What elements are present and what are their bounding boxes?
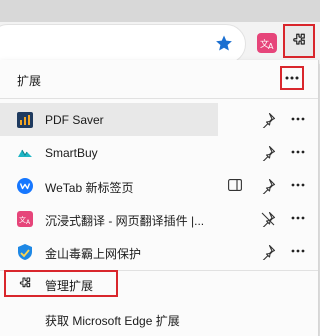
- immersive-translate-icon: 文 A: [17, 211, 33, 227]
- window-top-strip: [0, 0, 320, 22]
- pin-icon[interactable]: [260, 178, 276, 194]
- more-horizontal-icon[interactable]: [290, 243, 306, 259]
- kingsoft-icon: [18, 244, 32, 260]
- pin-icon[interactable]: [260, 145, 276, 161]
- get-edge-extensions-link[interactable]: 获取 Microsoft Edge 扩展: [45, 312, 180, 329]
- divider: [0, 98, 318, 99]
- immersive-translate-toolbar-icon[interactable]: 文 A: [256, 32, 278, 54]
- extension-label: 沉浸式翻译 - 网页翻译插件 |...: [45, 214, 205, 228]
- extension-label: WeTab 新标签页: [45, 181, 134, 195]
- menu-more-button[interactable]: [280, 66, 304, 90]
- manage-extensions-label: 管理扩展: [45, 279, 94, 293]
- extension-row-pdf-saver[interactable]: PDF Saver: [0, 103, 318, 136]
- more-horizontal-icon[interactable]: [290, 111, 306, 127]
- extension-label: PDF Saver: [45, 113, 104, 127]
- wetab-icon: [17, 178, 33, 194]
- pin-icon[interactable]: [260, 244, 276, 260]
- extension-label: 金山毒霸上网保护: [45, 247, 142, 261]
- menu-title: 扩展: [17, 74, 42, 88]
- manage-extensions-item[interactable]: 管理扩展: [0, 268, 318, 301]
- smartbuy-icon: [18, 149, 32, 157]
- extension-label: SmartBuy: [45, 146, 98, 160]
- svg-text:文: 文: [19, 215, 26, 224]
- svg-text:A: A: [268, 42, 274, 51]
- unpin-icon[interactable]: [260, 211, 276, 227]
- extension-row-wetab[interactable]: WeTab 新标签页: [0, 169, 318, 202]
- extension-row-immersive-translate[interactable]: 文 A 沉浸式翻译 - 网页翻译插件 |...: [0, 202, 318, 235]
- puzzle-icon: [293, 33, 305, 45]
- browser-toolbar: 文 A: [0, 22, 320, 64]
- puzzle-icon: [19, 277, 31, 288]
- extensions-button[interactable]: [283, 24, 315, 58]
- more-horizontal-icon[interactable]: [290, 210, 306, 226]
- menu-header: 扩展: [0, 60, 318, 96]
- favorite-star-icon[interactable]: [215, 34, 233, 52]
- extensions-menu: 扩展 PDF Saver SmartBuy WeTab 新标签页 文 A 沉浸式…: [0, 60, 319, 336]
- extension-row-smartbuy[interactable]: SmartBuy: [0, 136, 318, 169]
- side-panel-icon[interactable]: [228, 179, 242, 191]
- extension-row-kingsoft[interactable]: 金山毒霸上网保护: [0, 235, 318, 268]
- address-bar[interactable]: [0, 24, 246, 64]
- pin-icon[interactable]: [260, 112, 276, 128]
- more-horizontal-icon: [285, 76, 299, 80]
- more-horizontal-icon[interactable]: [290, 177, 306, 193]
- pdf-saver-icon: [17, 112, 33, 128]
- more-horizontal-icon[interactable]: [290, 144, 306, 160]
